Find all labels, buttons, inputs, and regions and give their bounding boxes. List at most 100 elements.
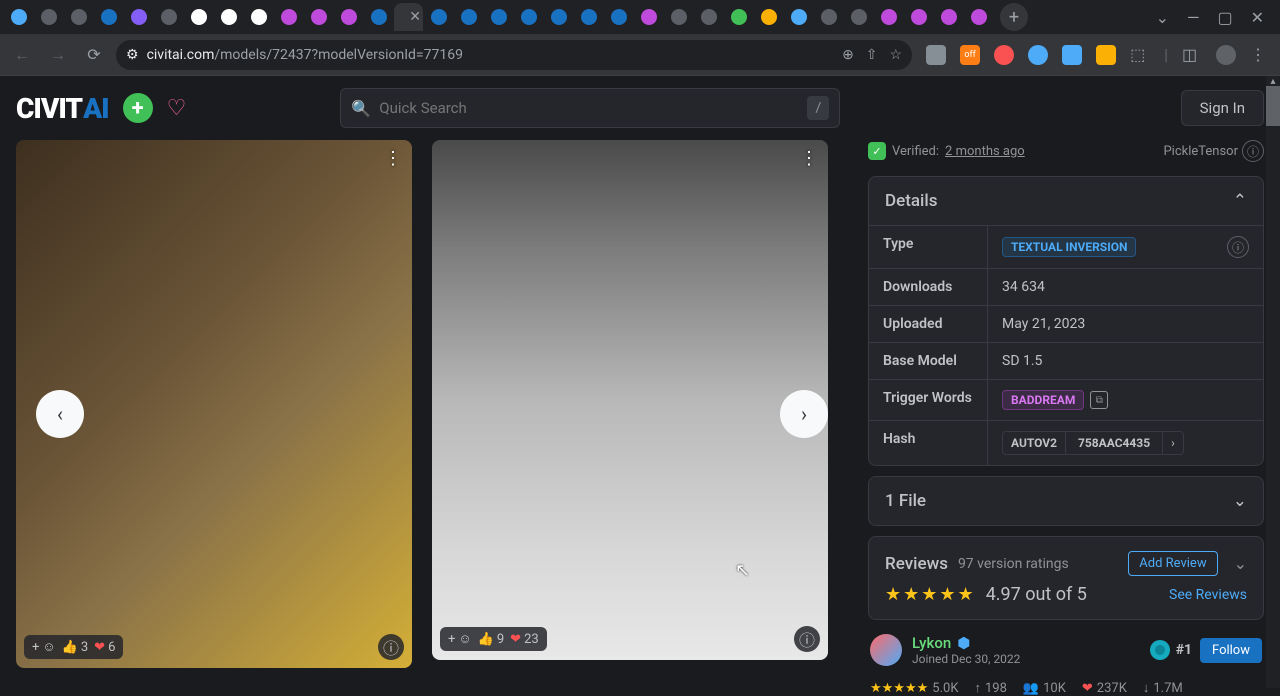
browser-tab[interactable] <box>304 3 333 31</box>
browser-tab[interactable] <box>514 3 543 31</box>
window-maximize[interactable]: ▢ <box>1217 8 1232 27</box>
author-row: Lykon ⬢ Joined Dec 30, 2022 #1 Follow <box>868 630 1264 670</box>
browser-tab[interactable] <box>634 3 663 31</box>
heart-reaction[interactable]: ❤6 <box>94 640 115 655</box>
hash-value[interactable]: 758AAC4435 <box>1066 432 1162 454</box>
page-scrollbar[interactable]: ▴ <box>1266 76 1280 688</box>
image-more-icon[interactable]: ⋮ <box>800 148 818 169</box>
add-reaction-button[interactable]: +☺ <box>32 639 56 655</box>
extension-icon[interactable] <box>994 45 1014 65</box>
sidepanel-icon[interactable]: ◫ <box>1182 45 1202 65</box>
add-button[interactable]: + <box>123 93 153 123</box>
scroll-up-icon[interactable]: ▴ <box>1266 76 1280 86</box>
site-info-icon[interactable]: ⚙ <box>126 47 139 63</box>
chevron-down-icon[interactable]: ⌄ <box>1234 554 1247 573</box>
info-icon[interactable]: ⓘ <box>1227 236 1249 258</box>
thumb-reaction[interactable]: 👍9 <box>478 632 505 647</box>
browser-tab[interactable] <box>214 3 243 31</box>
verified-time-link[interactable]: 2 months ago <box>945 144 1025 159</box>
author-name-link[interactable]: Lykon <box>912 634 951 652</box>
extensions-menu-icon[interactable]: ⬚ <box>1130 45 1150 65</box>
browser-tab[interactable] <box>34 3 63 31</box>
browser-tab[interactable] <box>364 3 393 31</box>
share-icon[interactable]: ⇧ <box>866 47 878 63</box>
extension-icon[interactable] <box>1096 45 1116 65</box>
browser-tab[interactable] <box>274 3 303 31</box>
browser-tab[interactable] <box>754 3 783 31</box>
reaction-bar: +☺ 👍3 ❤6 <box>24 635 123 659</box>
browser-tab[interactable] <box>154 3 183 31</box>
browser-tab[interactable] <box>844 3 873 31</box>
verified-row: ✓ Verified: 2 months ago PickleTensor ⓘ <box>868 140 1264 166</box>
new-tab-button[interactable]: + <box>1000 3 1028 31</box>
browser-tab[interactable] <box>664 3 693 31</box>
tab-overflow-icon[interactable]: ⌄ <box>1156 8 1169 27</box>
browser-tab[interactable] <box>94 3 123 31</box>
browser-tab[interactable] <box>874 3 903 31</box>
browser-tab[interactable] <box>244 3 273 31</box>
extension-icon[interactable] <box>1062 45 1082 65</box>
stat-rating: ★★★★★ 5.0K <box>870 681 958 696</box>
info-icon[interactable]: ⓘ <box>1242 140 1264 162</box>
gallery-image-card[interactable]: ⋮ +☺ 👍9 ❤23 ⓘ <box>432 140 828 660</box>
signin-button[interactable]: Sign In <box>1181 90 1264 126</box>
carousel-next-button[interactable]: › <box>780 390 828 438</box>
browser-tab[interactable] <box>904 3 933 31</box>
browser-tab[interactable] <box>814 3 843 31</box>
gallery-image <box>432 140 828 660</box>
browser-tab[interactable] <box>544 3 573 31</box>
browser-tab[interactable] <box>124 3 153 31</box>
image-info-icon[interactable]: ⓘ <box>794 626 820 652</box>
browser-menu-icon[interactable]: ⋮ <box>1250 45 1266 64</box>
carousel-prev-button[interactable]: ‹ <box>36 390 84 438</box>
bookmark-icon[interactable]: ☆ <box>890 47 903 63</box>
browser-tab[interactable] <box>184 3 213 31</box>
thumb-reaction[interactable]: 👍3 <box>62 640 89 655</box>
follow-button[interactable]: Follow <box>1200 638 1262 663</box>
close-icon[interactable]: ✕ <box>409 9 421 25</box>
search-input[interactable] <box>379 99 799 117</box>
url-field[interactable]: ⚙ civitai.com/models/72437?modelVersionI… <box>116 40 912 70</box>
profile-icon[interactable] <box>1216 45 1236 65</box>
nav-back[interactable]: ← <box>8 41 36 69</box>
extension-icon[interactable] <box>1028 45 1048 65</box>
browser-tab[interactable] <box>424 3 453 31</box>
window-close[interactable]: ✕ <box>1251 8 1264 27</box>
browser-tab[interactable] <box>64 3 93 31</box>
favorites-button[interactable]: ♡ <box>167 96 187 121</box>
pickletensor-label: PickleTensor <box>1163 144 1238 159</box>
browser-tab[interactable] <box>484 3 513 31</box>
scrollbar-thumb[interactable] <box>1266 86 1280 126</box>
browser-tab[interactable] <box>694 3 723 31</box>
browser-tab[interactable] <box>454 3 483 31</box>
image-more-icon[interactable]: ⋮ <box>384 148 402 169</box>
browser-tab[interactable] <box>934 3 963 31</box>
browser-tab[interactable] <box>604 3 633 31</box>
image-info-icon[interactable]: ⓘ <box>378 634 404 660</box>
browser-tab[interactable] <box>574 3 603 31</box>
files-header[interactable]: 1 File ⌄ <box>869 477 1263 525</box>
add-review-button[interactable]: Add Review <box>1128 551 1217 576</box>
add-reaction-button[interactable]: +☺ <box>448 631 472 647</box>
extension-icon[interactable]: off <box>960 45 980 65</box>
see-reviews-link[interactable]: See Reviews <box>1169 587 1247 603</box>
trigger-word-badge[interactable]: BADDREAM <box>1002 390 1084 410</box>
logo[interactable]: CIVITAI <box>16 92 109 125</box>
browser-tab-active[interactable]: ✕ <box>394 3 423 31</box>
nav-forward[interactable]: → <box>44 41 72 69</box>
browser-tab[interactable] <box>4 3 33 31</box>
install-pwa-icon[interactable]: ⊕ <box>842 47 854 63</box>
browser-tab[interactable] <box>334 3 363 31</box>
search-bar[interactable]: 🔍 / <box>340 88 840 128</box>
heart-reaction[interactable]: ❤23 <box>510 632 539 647</box>
details-header[interactable]: Details ⌃ <box>869 177 1263 225</box>
browser-tab[interactable] <box>784 3 813 31</box>
hash-expand-icon[interactable]: › <box>1162 432 1183 454</box>
nav-reload[interactable]: ⟳ <box>80 41 108 69</box>
avatar[interactable] <box>870 634 902 666</box>
copy-icon[interactable]: ⧉ <box>1090 391 1108 409</box>
browser-tab[interactable] <box>964 3 993 31</box>
browser-tab[interactable] <box>724 3 753 31</box>
window-minimize[interactable]: — <box>1187 8 1200 27</box>
extension-icon[interactable] <box>926 45 946 65</box>
